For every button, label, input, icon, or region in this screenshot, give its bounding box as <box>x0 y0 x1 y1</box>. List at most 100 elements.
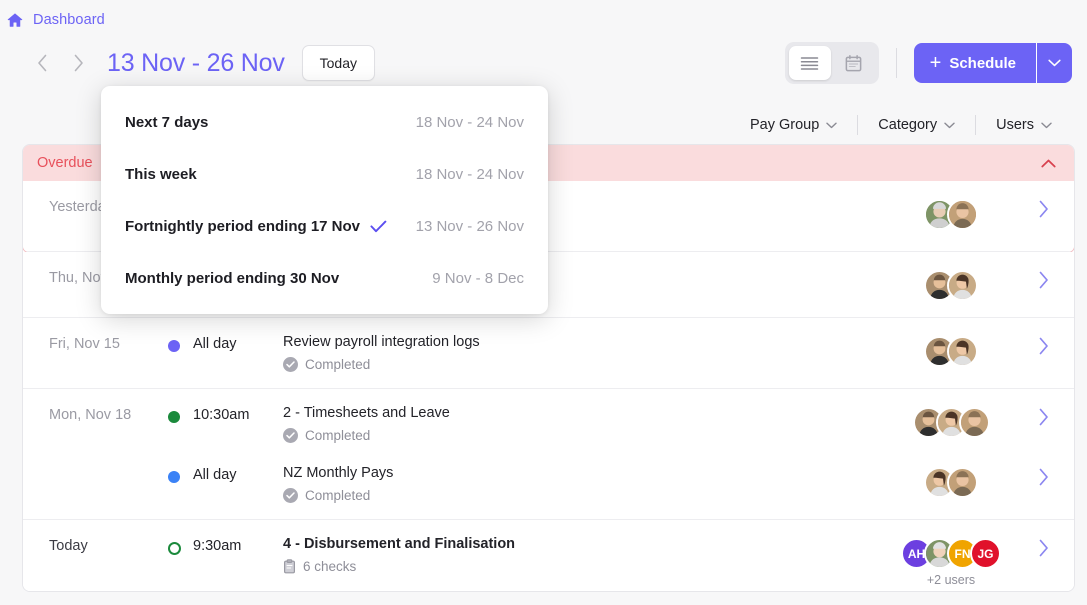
avatar: JG <box>970 538 1001 569</box>
avatar-group[interactable] <box>876 334 1026 367</box>
chevron-down-icon <box>1041 122 1052 128</box>
row-subtitle-text: Completed <box>305 357 371 372</box>
row-body: 2 - Timesheets and Leave Completed <box>283 405 876 443</box>
dropdown-item-next-7-days[interactable]: Next 7 days 18 Nov - 24 Nov <box>101 96 548 148</box>
avatar-stack: AH FN JG <box>901 538 1001 569</box>
avatar <box>947 199 978 230</box>
row-open-chevron[interactable] <box>1026 268 1060 289</box>
row-dot <box>155 334 193 352</box>
row-open-chevron[interactable] <box>1026 334 1060 355</box>
chevron-down-icon <box>826 122 837 128</box>
avatar <box>958 407 990 438</box>
schedule-dropdown-button[interactable] <box>1036 43 1072 83</box>
row-open-chevron[interactable] <box>1026 197 1060 218</box>
check-circle-icon <box>283 357 298 372</box>
avatar-initials: FN <box>954 546 971 561</box>
schedule-button[interactable]: + Schedule <box>913 43 1036 83</box>
avatar <box>947 336 978 367</box>
avatar-initials: JG <box>977 546 994 561</box>
check-circle-icon <box>283 488 298 503</box>
check-circle-icon <box>283 428 298 443</box>
header-divider <box>895 48 897 78</box>
row-body: 4 - Disbursement and Finalisation 6 chec… <box>283 536 876 574</box>
chevron-right-icon[interactable] <box>64 49 92 77</box>
filter-pay-group[interactable]: Pay Group <box>730 114 857 136</box>
avatar-initials: AH <box>907 546 926 561</box>
dashboard-page: Dashboard 13 Nov - 26 Nov Today + Schedu… <box>0 0 1087 605</box>
row-dot <box>155 405 193 423</box>
page-header: 13 Nov - 26 Nov Today + Schedule <box>0 38 1087 88</box>
row-date: Today <box>49 538 88 554</box>
dropdown-item-label: This week <box>125 165 197 183</box>
row-open-chevron[interactable] <box>1026 536 1060 557</box>
home-icon <box>6 11 24 29</box>
dropdown-item-fortnightly[interactable]: Fortnightly period ending 17 Nov 13 Nov … <box>101 200 548 252</box>
filter-category[interactable]: Category <box>858 114 975 136</box>
calendar-view-icon[interactable] <box>833 46 875 80</box>
avatar <box>947 467 978 498</box>
date-range-title[interactable]: 13 Nov - 26 Nov <box>107 49 285 78</box>
dropdown-item-label: Next 7 days <box>125 113 209 131</box>
row-title: NZ Monthly Pays <box>283 465 394 481</box>
row-subtitle: Completed <box>283 357 876 372</box>
row-open-chevron[interactable] <box>1026 465 1060 486</box>
filter-category-label: Category <box>878 117 938 133</box>
row-body: NZ Monthly Pays Completed <box>283 465 876 503</box>
more-users-label[interactable]: +2 users <box>927 573 975 587</box>
check-icon <box>370 220 387 233</box>
row-time: All day <box>193 467 237 483</box>
filter-bar: Pay Group Category Users <box>730 106 1072 144</box>
date-range-dropdown: Next 7 days 18 Nov - 24 Nov This week 18… <box>101 86 548 314</box>
row-subtitle-text: Completed <box>305 428 371 443</box>
table-row[interactable]: Today 9:30am 4 - Disbursement and Finali… <box>23 520 1074 591</box>
table-row[interactable]: Mon, Nov 18 10:30am 2 - Timesheets and L… <box>23 389 1074 451</box>
row-date: Fri, Nov 15 <box>49 336 120 352</box>
avatar-group[interactable] <box>876 268 1026 301</box>
avatar-stack <box>924 467 978 498</box>
row-time: 10:30am <box>193 407 250 423</box>
avatar-group[interactable] <box>876 465 1026 498</box>
today-button[interactable]: Today <box>301 45 375 81</box>
avatar-group[interactable] <box>876 405 1026 438</box>
filter-users[interactable]: Users <box>976 114 1072 136</box>
table-row[interactable]: Fri, Nov 15 All day Review payroll integ… <box>23 318 1074 389</box>
row-body: Review payroll integration logs Complete… <box>283 334 876 372</box>
dropdown-item-range: 13 Nov - 26 Nov <box>415 217 524 235</box>
dropdown-item-range: 18 Nov - 24 Nov <box>415 113 524 131</box>
row-title: 2 - Timesheets and Leave <box>283 405 450 421</box>
chevron-left-icon[interactable] <box>28 49 56 77</box>
row-open-chevron[interactable] <box>1026 405 1060 426</box>
row-subtitle-text: 6 checks <box>303 559 357 574</box>
row-title: 4 - Disbursement and Finalisation <box>283 536 516 552</box>
row-date: Mon, Nov 18 <box>49 407 132 423</box>
row-time: 9:30am <box>193 538 242 554</box>
status-dot <box>168 340 180 352</box>
status-dot <box>168 411 180 423</box>
avatar-group[interactable] <box>876 197 1026 230</box>
breadcrumb[interactable]: Dashboard <box>6 8 105 32</box>
row-time: All day <box>193 336 237 352</box>
dropdown-item-range: 18 Nov - 24 Nov <box>415 165 524 183</box>
row-dot <box>155 465 193 483</box>
row-subtitle: Completed <box>283 428 876 443</box>
avatar-stack <box>924 270 978 301</box>
dropdown-item-label: Fortnightly period ending 17 Nov <box>125 217 361 235</box>
row-subtitle: 6 checks <box>283 559 876 574</box>
clipboard-icon <box>283 559 296 574</box>
avatar-stack <box>924 336 978 367</box>
avatar-group[interactable]: AH FN JG +2 users <box>876 536 1026 587</box>
row-title: Review payroll integration logs <box>283 334 480 350</box>
avatar-stack <box>912 407 990 438</box>
dropdown-item-this-week[interactable]: This week 18 Nov - 24 Nov <box>101 148 548 200</box>
schedule-button-label: Schedule <box>949 54 1016 72</box>
status-dot <box>167 542 181 555</box>
chevron-up-icon[interactable] <box>1036 151 1060 175</box>
row-subtitle-text: Completed <box>305 488 371 503</box>
schedule-button-group: + Schedule <box>913 43 1072 83</box>
dropdown-item-monthly[interactable]: Monthly period ending 30 Nov 9 Nov - 8 D… <box>101 252 548 304</box>
breadcrumb-label[interactable]: Dashboard <box>33 12 105 28</box>
table-row[interactable]: All day NZ Monthly Pays Completed <box>23 451 1074 520</box>
header-actions: + Schedule <box>784 42 1087 84</box>
list-view-icon[interactable] <box>788 46 831 80</box>
chevron-down-icon <box>944 122 955 128</box>
